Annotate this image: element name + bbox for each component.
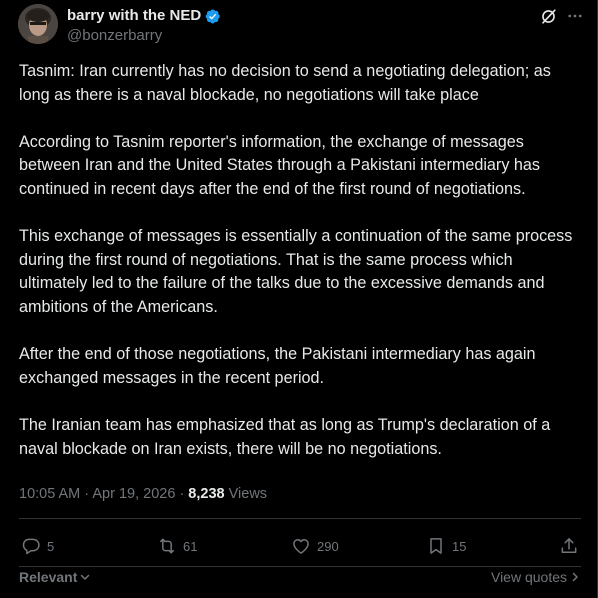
reply-button[interactable]: 5 bbox=[21, 532, 54, 560]
tweet-time[interactable]: 10:05 AM bbox=[19, 486, 80, 502]
relevant-label: Relevant bbox=[19, 569, 78, 585]
tweet-body: Tasnim: Iran currently has no decision t… bbox=[19, 60, 585, 461]
heart-icon bbox=[293, 539, 309, 554]
like-count: 290 bbox=[317, 538, 339, 554]
tweet-paragraph: Tasnim: Iran currently has no decision t… bbox=[19, 62, 551, 104]
repost-button[interactable]: 61 bbox=[157, 532, 197, 560]
bookmark-count: 15 bbox=[452, 538, 467, 554]
verified-badge-icon bbox=[205, 9, 220, 23]
repost-icon bbox=[160, 538, 174, 554]
relevant-sort-dropdown[interactable]: Relevant bbox=[19, 569, 91, 585]
like-button[interactable]: 290 bbox=[291, 532, 339, 560]
tweet-paragraph: This exchange of messages is essentially… bbox=[19, 227, 573, 316]
chevron-down-icon bbox=[81, 574, 90, 580]
repost-count: 61 bbox=[183, 538, 198, 554]
share-icon bbox=[561, 538, 577, 553]
reply-count: 5 bbox=[47, 538, 55, 554]
bookmark-icon bbox=[430, 538, 442, 554]
reply-icon bbox=[22, 538, 40, 555]
action-bar: 5 61 290 15 bbox=[19, 532, 585, 560]
divider bbox=[19, 518, 581, 519]
view-quotes-link[interactable]: View quotes bbox=[491, 569, 581, 585]
grok-icon[interactable] bbox=[539, 7, 558, 26]
tweet-paragraph: The Iranian team has emphasized that as … bbox=[19, 415, 551, 458]
author-name-row[interactable]: barry with the NED bbox=[67, 6, 221, 26]
tweet-meta: 10:05 AM · Apr 19, 2026 · 8,238 Views bbox=[19, 484, 267, 504]
view-quotes-label: View quotes bbox=[490, 569, 567, 585]
tweet-detail: barry with the NED @bonzerbarry Tasnim: … bbox=[0, 0, 598, 598]
views-count: 8,238 bbox=[188, 486, 225, 502]
avatar[interactable] bbox=[18, 4, 58, 44]
bookmark-button[interactable]: 15 bbox=[426, 532, 466, 560]
views-label: Views bbox=[228, 486, 268, 502]
tweet-date[interactable]: Apr 19, 2026 bbox=[92, 486, 175, 502]
divider bbox=[19, 566, 581, 567]
meta-separator: · bbox=[179, 486, 189, 502]
share-button[interactable] bbox=[559, 532, 579, 560]
author-display-name[interactable]: barry with the NED bbox=[67, 6, 201, 26]
more-options-icon[interactable] bbox=[566, 7, 584, 25]
chevron-right-icon bbox=[572, 572, 578, 582]
tweet-paragraph: According to Tasnim reporter's informati… bbox=[19, 132, 541, 198]
tweet-paragraph: After the end of those negotiations, the… bbox=[19, 345, 536, 387]
author-handle[interactable]: @bonzerbarry bbox=[67, 26, 162, 46]
